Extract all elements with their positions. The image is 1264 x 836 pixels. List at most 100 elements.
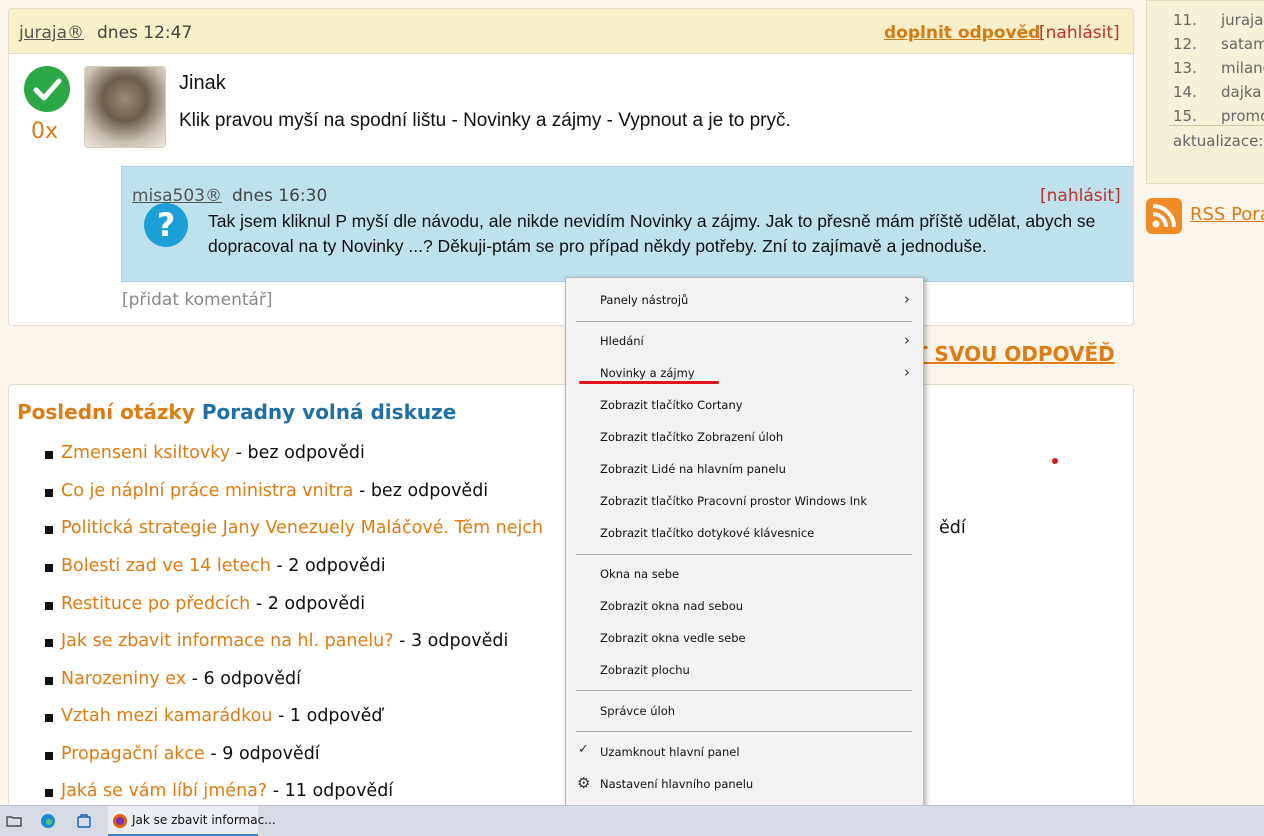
report-comment-link[interactable]: [nahlásit] — [1040, 186, 1121, 206]
question-link[interactable]: Narozeniny ex — [61, 669, 186, 689]
add-comment: [přidat komentář] — [122, 290, 273, 310]
ranking-updated: aktualizace: 1 — [1173, 132, 1264, 150]
list-item: Restituce po předcích - 2 odpovědi — [45, 594, 365, 614]
list-item: Jak se zbavit informace na hl. panelu? -… — [45, 631, 508, 651]
taskbar: Jak se zbavit informac... — [0, 805, 1264, 836]
menu-item-task-manager[interactable]: Správce úloh — [600, 704, 675, 718]
question-meta: - bez odpovědi — [230, 443, 365, 463]
menu-item-windows-ink[interactable]: Zobrazit tlačítko Pracovní prostor Windo… — [600, 494, 867, 508]
list-item: Vztah mezi kamarádkou - 1 odpověď — [45, 706, 382, 726]
taskbar-app-firefox[interactable]: Jak se zbavit informac... — [108, 806, 276, 836]
chevron-right-icon: › — [904, 331, 910, 349]
menu-item-news-interests[interactable]: Novinky a zájmy — [600, 366, 695, 380]
fill-answer-link[interactable]: doplnit odpověď — [884, 23, 1040, 43]
ranking-row: 11. juraja — [1173, 11, 1263, 29]
edge-icon[interactable] — [40, 813, 56, 829]
rank-number: 13. — [1173, 59, 1197, 77]
comment-box: misa503® dnes 16:30 [nahlásit] ? Tak jse… — [121, 166, 1133, 282]
rss-link[interactable]: RSS Pora — [1190, 204, 1264, 225]
question-meta: - bez odpovědi — [353, 481, 489, 501]
answer-author-link[interactable]: juraja® — [19, 23, 84, 43]
rank-user-link[interactable]: juraja — [1221, 11, 1263, 29]
rank-number: 14. — [1173, 83, 1197, 101]
menu-item-touch-keyboard[interactable]: Zobrazit tlačítko dotykové klávesnice — [600, 526, 814, 540]
accepted-check-icon — [24, 66, 70, 112]
report-answer-link[interactable]: [nahlásit] — [1039, 23, 1120, 43]
menu-item-people[interactable]: Zobrazit Lidé na hlavním panelu — [600, 462, 786, 476]
comment-time: dnes 16:30 — [232, 186, 328, 206]
folder-icon[interactable] — [6, 813, 22, 829]
question-link[interactable]: Jaká se vám líbí jména? — [61, 781, 267, 801]
question-link[interactable]: Zmenseni ksiltovky — [61, 443, 230, 463]
question-meta: - 2 odpovědi — [270, 556, 386, 576]
chevron-right-icon: › — [904, 363, 910, 381]
add-your-answer-link[interactable]: AT SVOU ODPOVĚĎ — [900, 342, 1115, 366]
rank-user-link[interactable]: dajka — [1221, 83, 1262, 101]
question-link[interactable]: Co je náplní práce ministra vnitra — [61, 481, 353, 501]
menu-separator — [576, 731, 912, 732]
firefox-icon — [113, 814, 127, 828]
red-dot-marker — [1052, 458, 1058, 464]
ranking-row: 13. milanc — [1173, 59, 1264, 77]
menu-item-cascade[interactable]: Okna na sebe — [600, 567, 679, 581]
question-meta: - 6 odpovědí — [186, 669, 301, 689]
chevron-right-icon: › — [904, 290, 910, 308]
ranking-row: 15. promo — [1173, 107, 1264, 125]
add-comment-link[interactable]: [přidat komentář] — [122, 290, 273, 310]
menu-item-cortana[interactable]: Zobrazit tlačítko Cortany — [600, 398, 743, 412]
question-link[interactable]: Jak se zbavit informace na hl. panelu? — [61, 631, 394, 651]
question-meta: - 2 odpovědi — [250, 594, 366, 614]
menu-item-task-view[interactable]: Zobrazit tlačítko Zobrazení úloh — [600, 430, 783, 444]
avatar[interactable] — [84, 66, 166, 148]
question-meta: - 9 odpovědí — [204, 744, 320, 764]
question-link[interactable]: Bolesti zad ve 14 letech — [61, 556, 271, 576]
list-item: Co je náplní práce ministra vnitra - bez… — [45, 481, 488, 501]
latest-questions-title: Poslední otázky Poradny volná diskuze — [17, 400, 456, 424]
red-underline-annotation — [579, 381, 719, 384]
ranking-box: 11. juraja 12. satam 13. milanc 14. dajka 15… — [1146, 0, 1264, 184]
rank-user-link[interactable]: promo — [1221, 107, 1264, 125]
question-link[interactable]: Vztah mezi kamarádkou — [61, 706, 272, 726]
list-item: Politická strategie Jany Venezuely Maláč… — [45, 518, 966, 538]
taskbar-app-label: Jak se zbavit informac... — [132, 813, 276, 827]
list-item: Propagační akce - 9 odpovědí — [45, 744, 320, 764]
question-icon: ? — [144, 203, 188, 247]
question-link[interactable]: Politická strategie Jany Venezuely Maláč… — [61, 518, 543, 538]
answer-time: dnes 12:47 — [97, 23, 193, 43]
comment-author-link[interactable]: misa503® — [132, 186, 222, 206]
rank-number: 12. — [1173, 35, 1197, 53]
rank-number: 15. — [1173, 107, 1197, 125]
menu-item-taskbar-settings[interactable]: Nastavení hlavního panelu — [600, 777, 753, 791]
taskbar-context-menu: Panely nástrojů › Hledání › Novinky a zá… — [565, 277, 924, 808]
rss-icon[interactable] — [1146, 198, 1182, 234]
vote-count: 0x — [31, 119, 59, 144]
menu-item-search[interactable]: Hledání — [600, 334, 644, 348]
rank-user-link[interactable]: milanc — [1221, 59, 1264, 77]
question-meta: - 1 odpověď — [272, 706, 383, 726]
menu-item-toolbars[interactable]: Panely nástrojů — [600, 293, 688, 307]
menu-item-stacked[interactable]: Zobrazit okna nad sebou — [600, 599, 743, 613]
ranking-row: 14. dajka — [1173, 83, 1262, 101]
answer-text: Klik pravou myší na spodní lištu - Novin… — [179, 110, 791, 131]
question-link[interactable]: Propagační akce — [61, 744, 205, 764]
question-meta: - 11 odpovědí — [267, 781, 394, 801]
ranking-row: 12. satam — [1173, 35, 1264, 53]
menu-separator — [576, 554, 912, 555]
store-icon[interactable] — [76, 813, 92, 829]
menu-item-side-by-side[interactable]: Zobrazit okna vedle sebe — [600, 631, 746, 645]
question-meta: - 3 odpovědi — [393, 631, 509, 651]
menu-separator — [576, 690, 912, 691]
latest-title-a: Poslední otázky — [17, 400, 195, 424]
list-item: Bolesti zad ve 14 letech - 2 odpovědi — [45, 556, 386, 576]
question-link[interactable]: Restituce po předcích — [61, 594, 250, 614]
check-icon: ✓ — [578, 742, 589, 757]
menu-item-show-desktop[interactable]: Zobrazit plochu — [600, 663, 690, 677]
rank-user-link[interactable]: satam — [1221, 35, 1264, 53]
gear-icon: ⚙ — [577, 774, 591, 792]
list-item: Jaká se vám líbí jména? - 11 odpovědí — [45, 781, 393, 801]
answer-header: juraja® dnes 12:47 doplnit odpověď [nahl… — [9, 9, 1133, 54]
rank-number: 11. — [1173, 11, 1197, 29]
comment-text: Tak jsem kliknul P myší dle návodu, ale … — [208, 211, 1096, 256]
menu-item-lock-taskbar[interactable]: Uzamknout hlavní panel — [600, 745, 740, 759]
question-meta: ědí — [939, 518, 966, 538]
